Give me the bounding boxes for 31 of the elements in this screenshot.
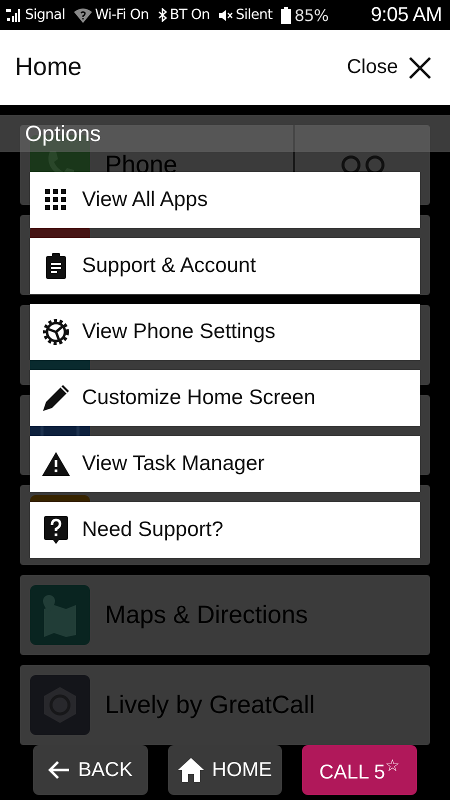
home-icon: [178, 758, 204, 782]
status-label: Silent: [236, 7, 272, 23]
call-button[interactable]: CALL 5$^{☆}$: [302, 745, 418, 795]
back-button[interactable]: BACK: [33, 745, 148, 795]
close-icon: [408, 56, 432, 80]
app-label: Lively by GreatCall: [105, 690, 316, 720]
status-label: Wi-Fi On: [95, 7, 149, 23]
wifi-icon: [74, 8, 92, 22]
pencil-icon: [42, 384, 70, 412]
home-button[interactable]: HOME: [168, 745, 282, 795]
status-label: 85%: [294, 6, 328, 24]
status-time: 9:05 AM: [370, 4, 442, 26]
back-arrow-icon: [48, 760, 70, 780]
close-button[interactable]: Close: [346, 56, 432, 80]
lte-signal-icon: [6, 8, 22, 22]
menu-item[interactable]: Need Support?: [30, 502, 420, 558]
status-label: Signal: [25, 7, 66, 23]
bluetooth-icon: [158, 8, 167, 22]
settings-icon: [42, 318, 70, 346]
menu-item[interactable]: View Task Manager: [30, 436, 420, 492]
muted-speaker-icon: [218, 8, 233, 22]
page-title: Home: [15, 53, 82, 82]
menu-item[interactable]: Customize Home Screen: [30, 370, 420, 426]
status-label: BT On: [170, 7, 210, 23]
battery-icon: [281, 6, 292, 24]
menu-item[interactable]: View All Apps: [30, 172, 420, 228]
app-label: Maps & Directions: [105, 600, 309, 630]
warning-icon: [42, 452, 70, 476]
menu-item[interactable]: View Phone Settings: [30, 304, 420, 360]
help-icon: [42, 516, 70, 544]
menu-item[interactable]: Support & Account: [30, 238, 420, 294]
